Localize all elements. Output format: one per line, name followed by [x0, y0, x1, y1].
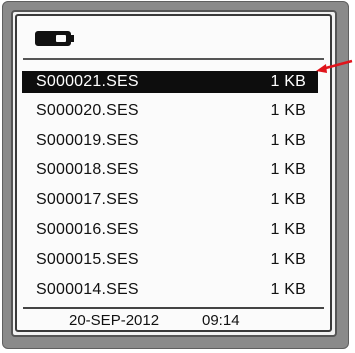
file-name: S000016.SES [36, 221, 139, 239]
pointer-arrow-icon [316, 59, 353, 73]
file-size: 1 KB [270, 161, 306, 179]
lcd-screen: S000021.SES 1 KB S000020.SES 1 KB S00001… [15, 14, 332, 332]
file-row[interactable]: S000020.SES 1 KB [22, 96, 318, 126]
file-row[interactable]: S000015.SES 1 KB [22, 245, 318, 275]
file-size: 1 KB [270, 221, 306, 239]
footer-divider [23, 307, 324, 309]
file-row-selected[interactable]: S000021.SES 1 KB [22, 71, 318, 93]
file-name: S000017.SES [36, 191, 139, 209]
file-row[interactable]: S000016.SES 1 KB [22, 215, 318, 245]
file-row[interactable]: S000014.SES 1 KB [22, 275, 318, 305]
file-row[interactable]: S000017.SES 1 KB [22, 185, 318, 215]
file-name: S000021.SES [36, 73, 139, 90]
file-size: 1 KB [270, 131, 306, 149]
file-name: S000018.SES [36, 161, 139, 179]
file-row[interactable]: S000018.SES 1 KB [22, 156, 318, 186]
file-row[interactable]: S000019.SES 1 KB [22, 126, 318, 156]
datetime-footer: 20-SEP-2012 09:14 [17, 311, 330, 331]
file-size: 1 KB [270, 280, 306, 298]
file-size: 1 KB [270, 73, 306, 90]
battery-tip [71, 35, 74, 42]
time-text: 09:14 [202, 312, 240, 329]
file-list: S000021.SES 1 KB S000020.SES 1 KB S00001… [22, 66, 318, 305]
file-size: 1 KB [270, 191, 306, 209]
file-size: 1 KB [270, 101, 306, 119]
status-divider [23, 58, 324, 60]
file-name: S000014.SES [36, 280, 139, 298]
status-bar [17, 16, 330, 56]
file-name: S000020.SES [36, 101, 139, 119]
battery-icon [35, 31, 71, 46]
date-text: 20-SEP-2012 [69, 312, 160, 329]
file-name: S000019.SES [36, 131, 139, 149]
device-bezel: S000021.SES 1 KB S000020.SES 1 KB S00001… [2, 1, 349, 349]
file-name: S000015.SES [36, 250, 139, 268]
file-size: 1 KB [270, 250, 306, 268]
